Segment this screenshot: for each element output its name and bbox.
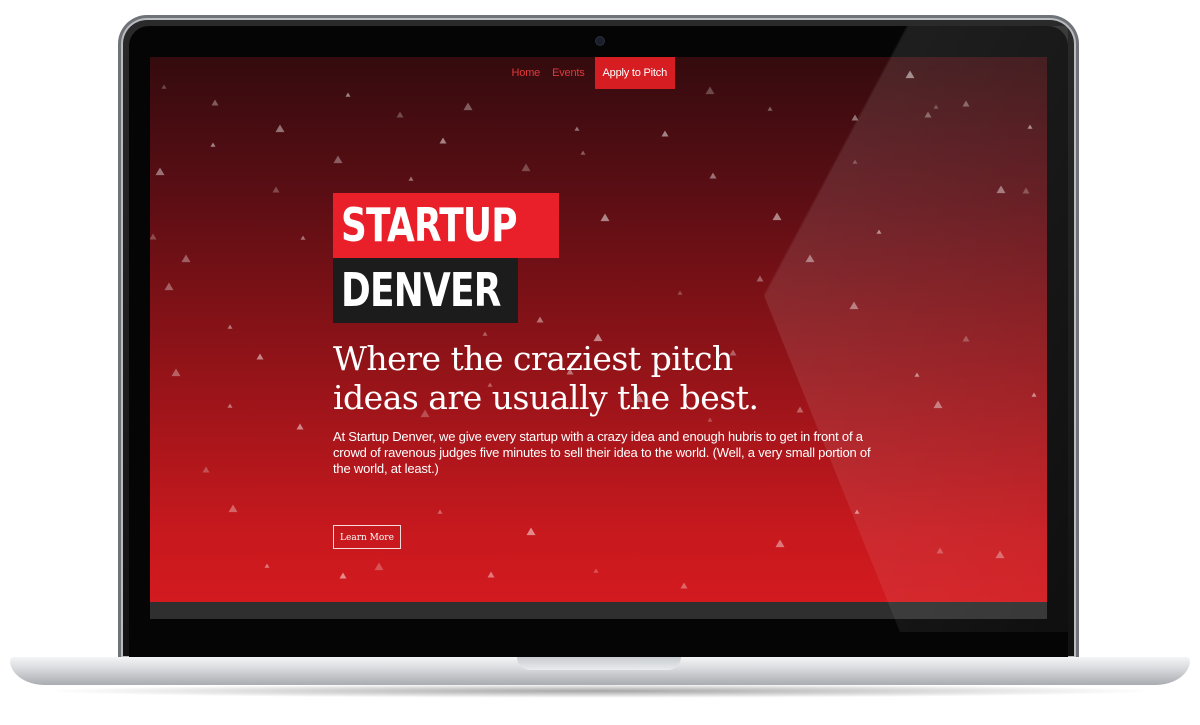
star-triangle-shape (256, 353, 264, 360)
star-triangle-shape (936, 547, 944, 554)
star-triangle-shape (933, 400, 943, 409)
star-triangle-shape (463, 102, 473, 111)
star-triangle-shape (924, 111, 932, 118)
logo-denver: DENVER (333, 258, 518, 323)
star-triangle-shape (482, 331, 488, 336)
star-triangle-shape (164, 282, 174, 291)
headline-line1: Where the craziest pitch (333, 339, 733, 378)
logo-startup: STARTUP (333, 193, 559, 258)
star-triangle-shape (339, 572, 347, 579)
star-triangle-shape (876, 229, 882, 234)
star-triangle-shape (705, 86, 715, 95)
star-triangle-shape (854, 509, 860, 514)
star-triangle-shape (851, 114, 859, 121)
logo-line1-text: STARTUP (341, 198, 518, 252)
star-triangle-shape (333, 155, 343, 164)
star-triangle-shape (1022, 187, 1030, 194)
star-triangle-shape (211, 99, 219, 106)
star-triangle-shape (995, 550, 1005, 559)
star-triangle-shape (933, 104, 939, 109)
star-triangle-shape (227, 403, 233, 408)
star-triangle-shape (300, 235, 306, 240)
top-nav: Home Events Apply to Pitch (506, 57, 675, 89)
star-triangle-shape (1031, 392, 1037, 397)
star-triangle-shape (661, 130, 669, 137)
star-triangle-shape (707, 417, 713, 422)
star-triangle-shape (996, 185, 1006, 194)
star-triangle-shape (150, 233, 157, 240)
star-triangle-shape (1027, 124, 1033, 129)
star-triangle-shape (775, 539, 785, 548)
star-triangle-shape (709, 172, 717, 179)
star-triangle-shape (574, 126, 580, 131)
star-triangle-shape (767, 106, 773, 111)
star-triangle-shape (296, 423, 304, 430)
footer-strip (150, 602, 1047, 619)
nav-link-events[interactable]: Events (546, 57, 590, 89)
camera-icon (596, 37, 604, 45)
star-triangle-shape (345, 92, 351, 97)
star-triangle-shape (437, 509, 443, 514)
star-triangle-shape (962, 100, 970, 107)
nav-link-home[interactable]: Home (506, 57, 547, 89)
star-triangle-shape (408, 176, 414, 181)
star-triangle-shape (526, 527, 536, 536)
star-triangle-shape (805, 254, 815, 263)
star-triangle-shape (171, 368, 181, 377)
logo-line2-text: DENVER (341, 263, 501, 317)
star-triangle-shape (905, 70, 915, 79)
star-triangle-shape (756, 275, 764, 282)
star-triangle-shape (852, 159, 858, 164)
star-triangle-shape (272, 186, 280, 193)
star-triangle-shape (275, 124, 285, 133)
star-triangle-shape (680, 582, 688, 589)
hero-section: Home Events Apply to Pitch STARTUP DENVE… (150, 57, 1047, 602)
laptop-notch (517, 657, 681, 670)
star-triangle-shape (181, 254, 191, 263)
laptop-shadow (40, 684, 1160, 698)
star-triangle-shape (155, 167, 165, 176)
star-triangle-shape (202, 466, 210, 473)
star-triangle-shape (439, 137, 447, 144)
star-triangle-shape (914, 372, 920, 377)
star-triangle-shape (962, 335, 970, 342)
headline-line2: ideas are usually the best. (333, 378, 759, 417)
star-triangle-shape (600, 213, 610, 222)
apply-to-pitch-button[interactable]: Apply to Pitch (594, 57, 675, 89)
star-triangle-shape (580, 150, 586, 155)
hero-lead-text: At Startup Denver, we give every startup… (333, 429, 871, 476)
star-triangles-decoration (150, 70, 1037, 589)
learn-more-button[interactable]: Learn More (333, 525, 401, 549)
laptop-screen: Home Events Apply to Pitch STARTUP DENVE… (150, 57, 1047, 619)
star-triangle-shape (521, 163, 531, 172)
star-triangle-shape (210, 142, 216, 147)
star-triangle-shape (264, 563, 270, 568)
star-triangle-shape (593, 568, 599, 573)
star-triangle-shape (227, 324, 233, 329)
star-triangle-shape (772, 212, 782, 221)
star-triangle-shape (161, 84, 167, 89)
star-triangle-shape (396, 111, 404, 118)
hero-headline: Where the craziest pitch ideas are usual… (333, 339, 853, 417)
star-triangle-shape (487, 571, 495, 578)
star-triangle-shape (849, 301, 859, 310)
star-triangle-shape (374, 562, 384, 571)
star-triangle-shape (677, 290, 683, 295)
star-triangle-shape (228, 504, 238, 513)
star-triangle-shape (536, 316, 544, 323)
